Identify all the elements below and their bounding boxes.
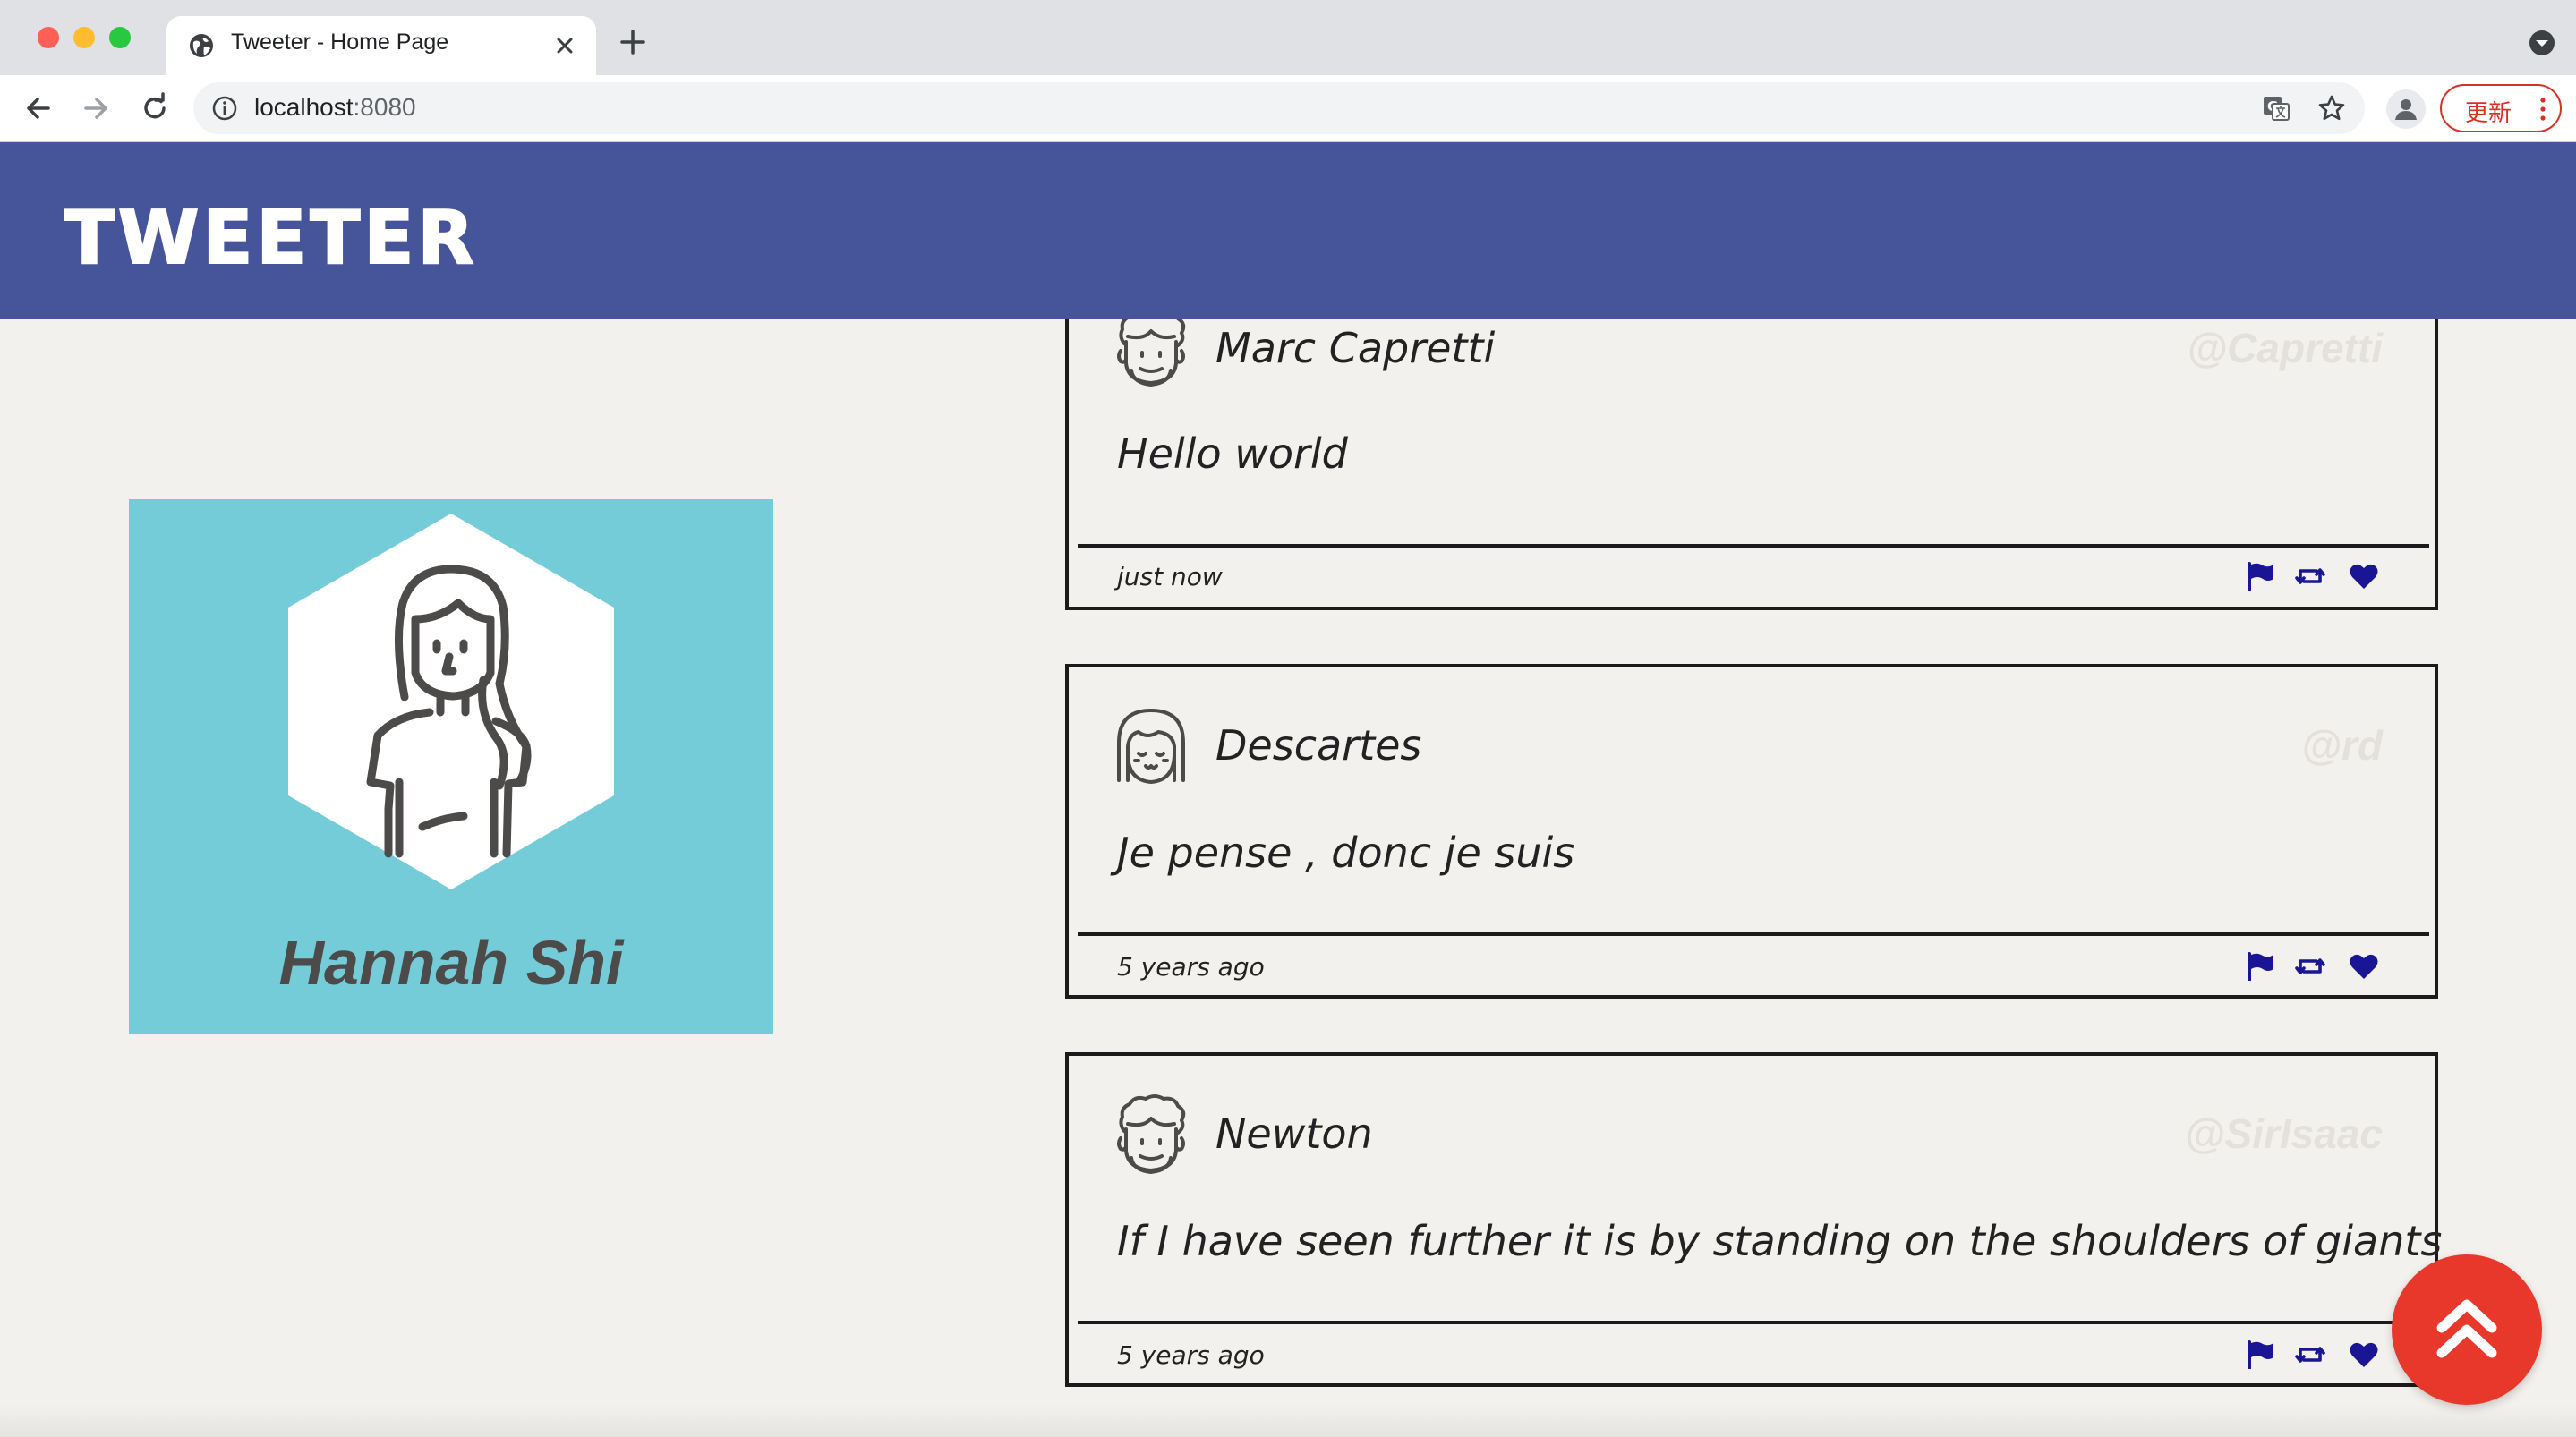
active-tab[interactable]: Tweeter - Home Page: [166, 16, 596, 75]
tweet-card: Marc Capretti @Capretti Hello world just…: [1065, 285, 2438, 610]
tweet-author-name[interactable]: Descartes: [1215, 721, 1421, 770]
tweet-divider: [1078, 1321, 2429, 1324]
info-icon[interactable]: [211, 95, 238, 122]
tweet-timestamp: just now: [1117, 562, 1223, 591]
browser-tab-bar: Tweeter - Home Page: [0, 0, 2576, 75]
retweet-icon[interactable]: [2295, 562, 2325, 591]
flag-icon[interactable]: [2245, 1340, 2275, 1369]
tweet-card: Descartes @rd Je pense , donc je suis 5 …: [1065, 664, 2438, 999]
tweet-author-handle[interactable]: @Capretti: [2187, 324, 2383, 372]
tweet-timestamp: 5 years ago: [1117, 952, 1265, 982]
profile-button[interactable]: [2386, 89, 2426, 129]
woman-bangs-icon: [1117, 709, 1185, 784]
tweet-divider: [1078, 932, 2429, 936]
tweet-author-name[interactable]: Newton: [1215, 1110, 1373, 1158]
tab-search-chevron-icon[interactable]: [2528, 29, 2556, 57]
tweet-content: If I have seen further it is by standing…: [1117, 1217, 2443, 1265]
profile-name: Hannah Shi: [278, 928, 624, 998]
heart-icon[interactable]: [2349, 1340, 2379, 1369]
globe-icon: [190, 34, 213, 57]
update-button[interactable]: 更新: [2440, 84, 2562, 132]
tweet-divider: [1078, 544, 2429, 548]
profile-card: Hannah Shi: [129, 499, 773, 1034]
tweet-author-handle[interactable]: @SirIsaac: [2185, 1110, 2383, 1158]
app-header-overlay: TWEETER: [0, 142, 2576, 319]
back-arrow-icon[interactable]: [21, 91, 55, 125]
double-chevron-up-icon: [2436, 1299, 2497, 1358]
scroll-to-top-button[interactable]: [2392, 1254, 2542, 1405]
url-text: localhost:8080: [254, 93, 416, 121]
heart-icon[interactable]: [2349, 952, 2379, 981]
man-curly-hair-icon: [1117, 1094, 1186, 1174]
tweet-content: Je pense , donc je suis: [1117, 829, 1575, 877]
new-tab-plus-icon[interactable]: [618, 27, 648, 57]
close-icon[interactable]: [550, 30, 580, 61]
tweet-author-name[interactable]: Marc Capretti: [1215, 324, 1495, 372]
tweet-timestamp: 5 years ago: [1117, 1340, 1265, 1370]
reload-icon[interactable]: [138, 91, 172, 125]
more-vertical-icon: [2540, 98, 2546, 121]
tweet-card: Newton @SirIsaac If I have seen further …: [1065, 1052, 2442, 1387]
tab-title: Tweeter - Home Page: [231, 30, 449, 55]
flag-icon[interactable]: [2245, 562, 2275, 591]
minimize-window-button[interactable]: [73, 27, 95, 48]
translate-icon[interactable]: G: [2261, 93, 2291, 123]
close-window-button[interactable]: [38, 27, 59, 48]
heart-icon[interactable]: [2349, 562, 2379, 591]
tweet-content: Hello world: [1117, 429, 1348, 478]
update-label: 更新: [2465, 100, 2512, 127]
forward-arrow-icon[interactable]: [79, 91, 113, 125]
browser-toolbar: localhost:8080 G 更新: [0, 75, 2576, 142]
maximize-window-button[interactable]: [109, 27, 131, 48]
page-bottom-shadow: [0, 1405, 2576, 1437]
retweet-icon[interactable]: [2295, 1340, 2325, 1369]
tweet-author-handle[interactable]: @rd: [2301, 721, 2383, 770]
woman-long-hair-icon: [288, 514, 614, 889]
address-bar[interactable]: localhost:8080 G: [193, 82, 2365, 134]
person-icon: [2395, 99, 2417, 120]
retweet-icon[interactable]: [2295, 952, 2325, 981]
app-logo[interactable]: TWEETER: [64, 195, 478, 282]
flag-icon[interactable]: [2245, 952, 2275, 981]
bookmark-star-icon[interactable]: [2316, 93, 2347, 123]
